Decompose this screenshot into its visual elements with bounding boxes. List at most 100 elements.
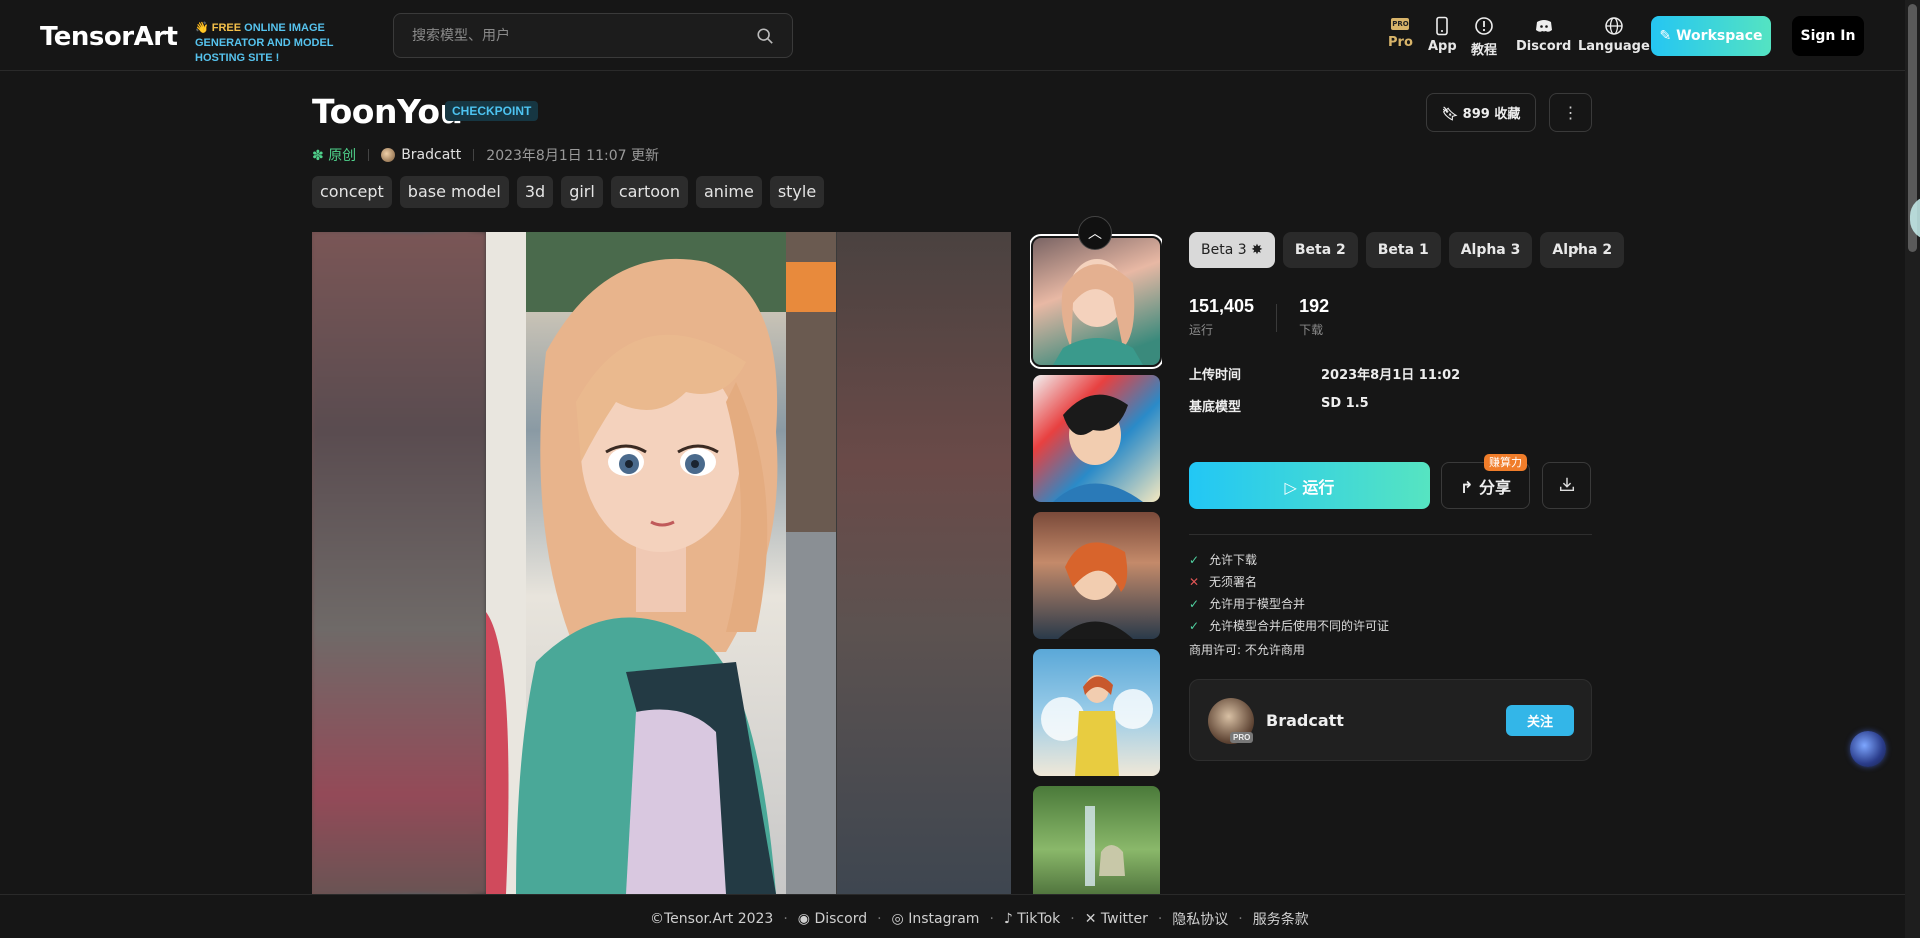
instagram-icon: ◎: [891, 911, 909, 927]
base-model-value: SD 1.5: [1321, 396, 1369, 411]
sign-in-button[interactable]: Sign In: [1792, 16, 1864, 56]
workspace-button[interactable]: ✎ Workspace: [1651, 16, 1771, 56]
permission-text: 无须署名: [1209, 575, 1258, 589]
search-box[interactable]: [393, 13, 793, 58]
nav-pro[interactable]: PRO Pro: [1388, 16, 1413, 50]
version-tab-alpha2[interactable]: Alpha 2: [1540, 232, 1625, 268]
upload-time-value: 2023年8月1日 11:02: [1321, 368, 1461, 383]
phone-icon: [1436, 16, 1449, 36]
tag[interactable]: style: [769, 176, 825, 208]
version-tabs: Beta 3 ✸ Beta 2 Beta 1 Alpha 3 Alpha 2: [1189, 232, 1625, 268]
thumbnail-art: [1053, 394, 1143, 502]
thumbnails-scroll-up-button[interactable]: ︿: [1078, 216, 1112, 250]
model-title: ToonYou: [312, 92, 463, 131]
nav-tutorial[interactable]: 教程: [1471, 16, 1497, 58]
tag[interactable]: anime: [695, 176, 762, 208]
anime-girl-artwork: [486, 232, 836, 894]
nav-language[interactable]: Language: [1578, 16, 1650, 54]
thumbnail-4[interactable]: [1033, 649, 1160, 776]
version-tab-beta2[interactable]: Beta 2: [1282, 232, 1358, 268]
footer-link-twitter[interactable]: ✕ Twitter: [1085, 911, 1148, 927]
version-tab-beta1[interactable]: Beta 1: [1365, 232, 1441, 268]
footer-link-label: TikTok: [1017, 911, 1061, 927]
blurred-backdrop-left: [312, 232, 486, 894]
nav-pro-label: Pro: [1388, 35, 1413, 50]
top-navbar: TensorArt 👋 FREE ONLINE IMAGE GENERATOR …: [0, 0, 1920, 71]
footer-separator: ·: [877, 911, 882, 927]
footer-links: ©Tensor.Art 2023 · ◉ Discord · ◎ Instagr…: [650, 909, 1309, 929]
more-options-button[interactable]: ⋮: [1549, 93, 1592, 132]
run-button[interactable]: ▷ 运行: [1189, 462, 1430, 509]
pro-badge-icon: PRO: [1391, 18, 1410, 30]
thumbnail-art: [1053, 259, 1143, 365]
model-meta: ✽ 原创 Bradcatt 2023年8月1日 11:07 更新: [312, 145, 659, 165]
footer-separator: ·: [989, 911, 994, 927]
tag[interactable]: concept: [312, 176, 392, 208]
permission-item: ✕ 无须署名: [1189, 573, 1257, 590]
globe-icon: [1605, 17, 1623, 35]
model-stats: 151,405 运行 192 下载: [1189, 296, 1329, 338]
check-icon: ✓: [1189, 618, 1200, 633]
upload-time-label: 上传时间: [1189, 368, 1242, 383]
check-icon: ✓: [1189, 596, 1200, 611]
search-icon[interactable]: [756, 27, 774, 45]
tag[interactable]: 3d: [516, 176, 554, 208]
thumbnail-2[interactable]: [1033, 375, 1160, 502]
share-label: 分享: [1478, 477, 1511, 497]
base-model-label: 基底模型: [1189, 400, 1242, 415]
promo-free: FREE: [211, 22, 242, 34]
footer-link-privacy[interactable]: 隐私协议: [1172, 909, 1228, 929]
runs-count: 151,405: [1189, 296, 1255, 316]
footer-link-terms[interactable]: 服务条款: [1253, 909, 1309, 929]
workspace-label: Workspace: [1676, 28, 1763, 44]
tensorart-logo[interactable]: TensorArt: [40, 22, 178, 52]
author-name[interactable]: Bradcatt: [1266, 711, 1344, 730]
footer-separator: ·: [783, 911, 788, 927]
footer-separator: ·: [1070, 911, 1075, 927]
meta-author-link[interactable]: Bradcatt: [381, 147, 461, 163]
original-badge: ✽ 原创: [312, 145, 356, 165]
meta-author-name: Bradcatt: [401, 147, 462, 163]
thumbnail-1[interactable]: [1030, 234, 1162, 369]
main-preview-image[interactable]: [312, 232, 1011, 894]
footer-separator: ·: [1238, 911, 1243, 927]
nav-app[interactable]: App: [1428, 16, 1457, 54]
cross-icon: ✕: [1189, 574, 1200, 589]
footer-link-tiktok[interactable]: ♪ TikTok: [1004, 911, 1060, 927]
section-divider: [1189, 534, 1592, 535]
bookmark-icon: 🔖︎: [1441, 107, 1463, 122]
runs-label: 运行: [1189, 323, 1214, 337]
author-pro-badge: PRO: [1230, 732, 1254, 743]
nav-discord[interactable]: Discord: [1516, 16, 1571, 54]
promo-text: 👋 FREE ONLINE IMAGE GENERATOR AND MODEL …: [195, 21, 385, 66]
floating-assistant-button[interactable]: [1850, 731, 1886, 767]
favorite-button[interactable]: 🔖︎ 899 收藏: [1426, 93, 1536, 132]
tag[interactable]: girl: [561, 176, 603, 208]
tag-list: concept base model 3d girl cartoon anime…: [312, 176, 825, 208]
chevron-right-icon[interactable]: ›: [1574, 240, 1579, 258]
version-tab-alpha3[interactable]: Alpha 3: [1448, 232, 1533, 268]
follow-button[interactable]: 关注: [1506, 705, 1574, 736]
permission-item: ✓ 允许用于模型合并: [1189, 595, 1305, 612]
blurred-backdrop-right: [837, 232, 1011, 894]
version-tab-beta3[interactable]: Beta 3 ✸: [1189, 232, 1275, 268]
tag[interactable]: cartoon: [610, 176, 688, 208]
flower-icon: ✽: [312, 148, 329, 164]
tag[interactable]: base model: [399, 176, 509, 208]
footer: ©Tensor.Art 2023 · ◉ Discord · ◎ Instagr…: [0, 894, 1920, 938]
brush-icon: ✎: [1659, 28, 1677, 44]
footer-link-label: Twitter: [1100, 911, 1148, 927]
search-input[interactable]: [412, 26, 742, 46]
nav-app-label: App: [1428, 39, 1457, 54]
share-icon: ↱: [1460, 477, 1479, 497]
permission-text: 允许下载: [1209, 553, 1258, 567]
thumbnail-5[interactable]: [1033, 786, 1160, 894]
sparkle-icon: ✸: [1251, 242, 1263, 258]
nav-language-label: Language: [1578, 39, 1650, 54]
thumbnail-3[interactable]: [1033, 512, 1160, 639]
footer-link-instagram[interactable]: ◎ Instagram: [892, 911, 980, 927]
download-button[interactable]: [1542, 462, 1591, 509]
author-avatar-small: [381, 148, 396, 162]
more-vertical-icon: ⋮: [1562, 104, 1579, 122]
footer-link-discord[interactable]: ◉ Discord: [798, 911, 867, 927]
